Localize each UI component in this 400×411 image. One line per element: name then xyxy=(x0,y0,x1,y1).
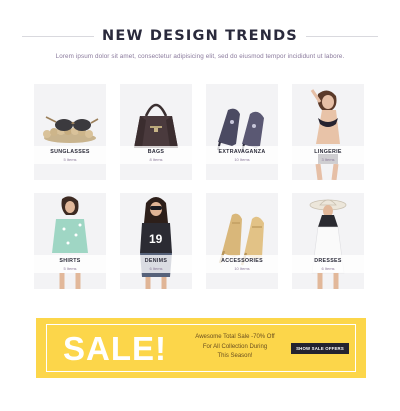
show-sale-offers-button[interactable]: SHOW SALE OFFERS xyxy=(291,343,349,354)
title-row: NEW DESIGN TRENDS xyxy=(0,28,400,44)
category-label: SUNGLASSES xyxy=(50,149,90,155)
category-caption: SUNGLASSES 5 Items xyxy=(34,146,106,164)
sale-banner: SALE! Awesome Total Sale -70% Off For Al… xyxy=(36,318,366,378)
sale-line-2: For All Collection During xyxy=(202,343,268,350)
section-header: NEW DESIGN TRENDS Lorem ipsum dolor sit … xyxy=(0,28,400,60)
category-count: 10 Items xyxy=(234,266,250,271)
category-card-shirts[interactable]: SHIRTS 5 Items xyxy=(34,193,106,289)
category-label: DENIMS xyxy=(144,258,168,264)
sale-line-1: Awesome Total Sale -70% Off xyxy=(195,334,275,340)
category-label: BAGS xyxy=(147,149,165,155)
dress-model-icon xyxy=(292,193,364,289)
category-label: DRESSES xyxy=(314,258,342,264)
page-subtitle: Lorem ipsum dolor sit amet, consectetur … xyxy=(55,53,345,60)
category-label: LINGERIE xyxy=(314,149,342,155)
category-count: 6 Items xyxy=(149,266,163,271)
category-card-dresses[interactable]: DRESSES 6 Items xyxy=(292,193,364,289)
category-label: SHIRTS xyxy=(59,258,81,264)
category-count: 5 Items xyxy=(63,157,77,162)
category-caption: DENIMS 6 Items xyxy=(120,255,192,273)
sale-description: Awesome Total Sale -70% Off For All Coll… xyxy=(189,333,281,362)
svg-text:19: 19 xyxy=(149,232,163,246)
handbag-icon xyxy=(120,84,192,180)
category-count: 6 Items xyxy=(321,266,335,271)
category-card-lingerie[interactable]: LINGERIE 3 Items xyxy=(292,84,364,180)
category-label: ACCESSORIES xyxy=(221,258,263,264)
category-card-denims[interactable]: 19 DENIMS 6 Items xyxy=(120,193,192,289)
category-caption: EXTRAVAGANZA 10 Items xyxy=(206,146,278,164)
category-caption: ACCESSORIES 10 Items xyxy=(206,255,278,273)
sandal-heels-icon xyxy=(206,193,278,289)
category-card-accessories[interactable]: ACCESSORIES 10 Items xyxy=(206,193,278,289)
category-caption: LINGERIE 3 Items xyxy=(292,146,364,164)
category-count: 10 Items xyxy=(234,157,250,162)
category-card-extravaganza[interactable]: EXTRAVAGANZA 10 Items xyxy=(206,84,278,180)
sale-line-3: This Season! xyxy=(217,353,253,360)
category-count: 8 Items xyxy=(149,157,163,162)
shirt-model-icon xyxy=(34,193,106,289)
page-title: NEW DESIGN TRENDS xyxy=(102,28,298,44)
category-label: EXTRAVAGANZA xyxy=(218,149,266,155)
lingerie-model-icon xyxy=(292,84,364,180)
title-divider-left xyxy=(22,35,95,37)
category-caption: DRESSES 6 Items xyxy=(292,255,364,273)
high-heels-icon xyxy=(206,84,278,180)
sale-headline: SALE! xyxy=(63,330,167,367)
sale-banner-frame: SALE! Awesome Total Sale -70% Off For Al… xyxy=(46,324,356,372)
category-caption: BAGS 8 Items xyxy=(120,146,192,164)
sunglasses-icon xyxy=(34,84,106,180)
category-count: 5 Items xyxy=(63,266,77,271)
category-caption: SHIRTS 5 Items xyxy=(34,255,106,273)
category-card-bags[interactable]: BAGS 8 Items xyxy=(120,84,192,180)
denim-model-icon: 19 xyxy=(120,193,192,289)
title-divider-right xyxy=(305,35,378,37)
category-count: 3 Items xyxy=(321,157,335,162)
category-card-sunglasses[interactable]: SUNGLASSES 5 Items xyxy=(34,84,106,180)
